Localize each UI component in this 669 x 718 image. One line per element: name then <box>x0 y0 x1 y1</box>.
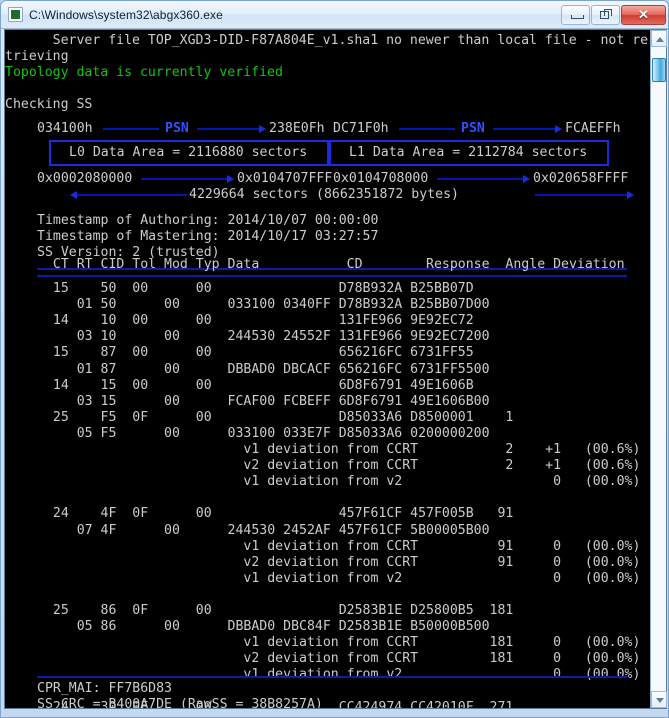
psn-right-end: FCAEFFh <box>565 121 621 136</box>
scroll-up-arrow[interactable] <box>651 30 667 47</box>
table-row: 24 4F 0F 00 457F61CF 457F005B 91 <box>37 506 514 522</box>
minimize-icon <box>571 14 584 19</box>
table-row: v2 deviation from CCRT 91 0 (00.0%) <box>37 554 641 570</box>
cpr-mai-line: CPR_MAI: FF7B6D83 <box>37 681 172 696</box>
total-span-label: 4229664 sectors (8662351872 bytes) <box>189 187 459 202</box>
console-output[interactable]: Server file TOP_XGD3-DID-F87A804E_v1.sha… <box>5 30 650 708</box>
window-controls: ✕ <box>560 4 668 25</box>
table-row: v2 deviation from CCRT 2 +1 (00.6%) <box>37 458 641 474</box>
scroll-track[interactable] <box>651 47 666 691</box>
psn-right-label: PSN <box>461 121 485 136</box>
l0-data-area-label: L0 Data Area = 2116880 sectors <box>69 145 308 160</box>
table-row: 25 86 0F 00 D2583B1E D25800B5 181 <box>37 603 514 618</box>
close-button[interactable]: ✕ <box>621 4 666 25</box>
scroll-thumb[interactable] <box>652 58 666 82</box>
window-titlebar[interactable]: C:\Windows\system32\abgx360.exe ✕ <box>1 1 668 29</box>
l0-lba-arrow <box>141 178 227 180</box>
psn-left-label: PSN <box>165 121 189 136</box>
table-row: v2 deviation from CCRT 181 0 (00.0%) <box>37 651 641 667</box>
table-row: 15 50 00 00 D78B932A B25BB07D <box>37 281 474 296</box>
window-title: C:\Windows\system32\abgx360.exe <box>29 7 223 22</box>
l1-lba-start: 0x0104708000 <box>333 171 429 186</box>
table-row: 07 4F 00 244530 2452AF 457F61CF 5B00005B… <box>37 522 490 538</box>
table-row: 01 50 00 033100 0340FF D78B932A B25BB07D… <box>37 297 490 313</box>
psn-left-end: 238E0Fh <box>269 121 325 136</box>
server-file-line-1: Server file TOP_XGD3-DID-F87A804E_v1.sha… <box>5 33 649 48</box>
total-span-arrowhead-left <box>70 191 77 199</box>
timestamp-authoring: Timestamp of Authoring: 2014/10/07 00:00… <box>37 213 379 228</box>
table-row: v1 deviation from CCRT 2 +1 (00.6%) <box>37 442 641 457</box>
table-row: 14 10 00 00 131FE966 9E92EC72 <box>37 313 474 329</box>
psn-left-arrow-seg1 <box>103 128 159 130</box>
table-row: 25 F5 0F 00 D85033A6 D8500001 1 <box>37 409 514 425</box>
l1-data-area-label: L1 Data Area = 2112784 sectors <box>349 145 588 160</box>
table-bottom-rule <box>37 676 627 678</box>
table-row: 05 F5 00 033100 033E7F D85033A6 02000002… <box>37 425 490 441</box>
topology-status: Topology data is currently verified <box>5 65 283 80</box>
l0-lba-start: 0x0002080000 <box>37 171 133 186</box>
table-row: 03 10 00 244530 24552F 131FE966 9E92EC72… <box>37 329 490 345</box>
psn-right-arrow-seg2 <box>493 128 555 130</box>
l0-lba-end: 0x0104707FFF <box>237 171 333 186</box>
console-window: C:\Windows\system32\abgx360.exe ✕ Server… <box>0 0 669 718</box>
table-row: v1 deviation from CCRT 181 0 (00.0%) <box>37 635 641 651</box>
total-span-line-right <box>535 194 627 196</box>
console-app-icon <box>8 7 23 22</box>
table-row: 15 87 00 00 656216FC 6731FF55 <box>37 345 474 361</box>
psn-right-arrow-seg1 <box>399 128 455 130</box>
l0-lba-arrowhead <box>227 175 234 183</box>
table-header-underline <box>37 275 627 277</box>
chevron-down-icon <box>656 698 664 703</box>
l1-lba-arrow <box>437 178 523 180</box>
server-file-line-2: trieving <box>5 49 69 64</box>
total-span-arrowhead-right <box>627 191 634 199</box>
ss-crc-line: SS CRC = B400A7DE (RawSS = 38B8257A) <box>37 697 323 708</box>
l1-lba-arrowhead <box>523 175 530 183</box>
maximize-icon <box>600 8 612 19</box>
console-frame: Server file TOP_XGD3-DID-F87A804E_v1.sha… <box>4 29 667 709</box>
table-row: 01 87 00 DBBAD0 DBCACF 656216FC 6731FF55… <box>37 361 490 377</box>
l1-lba-end: 0x020658FFFF <box>533 171 629 186</box>
console-scrollbar[interactable] <box>650 30 667 708</box>
psn-left-start: 034100h <box>37 121 93 136</box>
total-span-line-left <box>77 194 187 196</box>
timestamp-mastering: Timestamp of Mastering: 2014/10/17 03:27… <box>37 229 379 244</box>
table-header: CT RT CID Tol Mod Typ Data CD Response A… <box>37 257 625 272</box>
table-row: v1 deviation from v2 0 (00.0%) <box>37 474 641 490</box>
maximize-button[interactable] <box>591 4 620 25</box>
table-row: 05 86 00 DBBAD0 DBC84F D2583B1E B50000B5… <box>37 619 490 635</box>
table-row: 03 15 00 FCAF00 FCBEFF 6D8F6791 49E1606B… <box>37 393 490 409</box>
table-row: v1 deviation from CCRT 91 0 (00.0%) <box>37 538 641 554</box>
psn-left-arrow-seg2 <box>197 128 259 130</box>
table-row: 14 15 00 00 6D8F6791 49E1606B <box>37 377 474 393</box>
psn-right-start: DC71F0h <box>333 121 389 136</box>
chevron-up-icon <box>656 37 664 42</box>
table-row: v1 deviation from v2 0 (00.0%) <box>37 570 641 586</box>
close-icon: ✕ <box>638 6 649 22</box>
minimize-button[interactable] <box>561 4 590 25</box>
psn-right-arrowhead <box>555 125 562 133</box>
checking-ss-label: Checking SS <box>5 97 93 112</box>
psn-left-arrowhead <box>259 125 266 133</box>
scroll-down-arrow[interactable] <box>651 691 667 708</box>
